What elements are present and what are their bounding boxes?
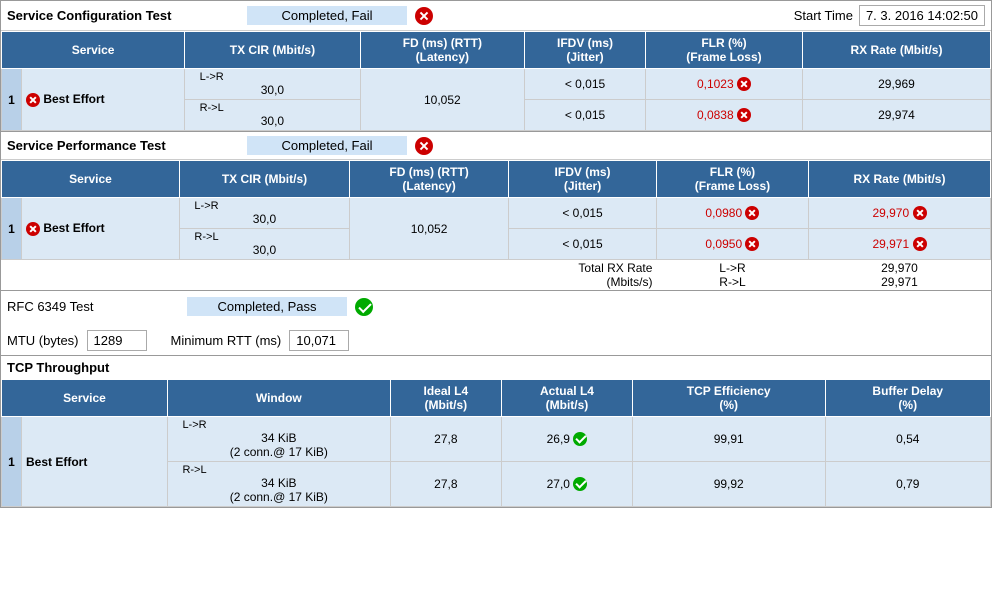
row2-fail-icon xyxy=(26,222,40,236)
section1-fail-icon xyxy=(415,7,433,25)
row4-actual1: 26,9 xyxy=(502,417,633,462)
row2-dir1: L->R 30,0 xyxy=(180,198,350,229)
section1-status: Completed, Fail xyxy=(247,6,407,25)
col-ideal: Ideal L4(Mbit/s) xyxy=(390,380,501,417)
row2-dir2: R->L 30,0 xyxy=(180,229,350,260)
col-service: Service xyxy=(2,32,185,69)
rfc-section: RFC 6349 Test Completed, Pass xyxy=(1,291,991,326)
row4-bufdelay2: 0,79 xyxy=(825,462,990,507)
section2-title: Service Performance Test xyxy=(7,138,247,153)
mtu-row: MTU (bytes) 1289 Minimum RTT (ms) 10,071 xyxy=(1,326,991,355)
row-fd: 10,052 xyxy=(360,69,524,131)
section2-table: Service TX CIR (Mbit/s) FD (ms) (RTT)(La… xyxy=(1,160,991,290)
rtt-value: 10,071 xyxy=(289,330,349,351)
rxrate2-1-icon xyxy=(913,206,927,220)
row2-flr1: 0,0980 xyxy=(656,198,808,229)
col-fd: FD (ms) (RTT)(Latency) xyxy=(360,32,524,69)
rtt-label: Minimum RTT (ms) xyxy=(171,333,282,348)
col-bufdelay: Buffer Delay(%) xyxy=(825,380,990,417)
row4-actual2: 27,0 xyxy=(502,462,633,507)
actual2-pass-icon xyxy=(573,477,587,491)
row-service2: Best Effort xyxy=(22,198,180,260)
row-ifdv1: < 0,015 xyxy=(525,69,646,100)
rfc-pass-icon xyxy=(355,298,373,316)
tcp-title: TCP Throughput xyxy=(1,356,991,379)
flr2-fail-icon xyxy=(737,108,751,122)
rfc-status: Completed, Pass xyxy=(187,297,347,316)
row-flr2: 0,0838 xyxy=(646,100,803,131)
col-service2: Service xyxy=(2,161,180,198)
col-rxrate2: RX Rate (Mbit/s) xyxy=(808,161,990,198)
table-row: 1 Best Effort L->R 30,0 10,052 < 0,015 0… xyxy=(2,69,991,100)
row4-bufdelay1: 0,54 xyxy=(825,417,990,462)
row4-dir2: R->L 34 KiB(2 conn.@ 17 KiB) xyxy=(168,462,391,507)
section2-status: Completed, Fail xyxy=(247,136,407,155)
col-ifdv: IFDV (ms)(Jitter) xyxy=(525,32,646,69)
section2-table-header: Service TX CIR (Mbit/s) FD (ms) (RTT)(La… xyxy=(2,161,991,198)
row-dir2: R->L 30,0 xyxy=(185,100,361,131)
row-service4: Best Effort xyxy=(22,417,168,507)
row4-ideal1: 27,8 xyxy=(390,417,501,462)
section4-table: Service Window Ideal L4(Mbit/s) Actual L… xyxy=(1,379,991,507)
row2-rxrate1: 29,970 xyxy=(808,198,990,229)
row4-ideal2: 27,8 xyxy=(390,462,501,507)
table-row: 1 Best Effort L->R 34 KiB(2 conn.@ 17 Ki… xyxy=(2,417,991,462)
rxrate2-2-icon xyxy=(913,237,927,251)
col-actual: Actual L4(Mbit/s) xyxy=(502,380,633,417)
flr2-2-icon xyxy=(745,237,759,251)
col-flr2: FLR (%)(Frame Loss) xyxy=(656,161,808,198)
row4-tcpeff1: 99,91 xyxy=(632,417,825,462)
row2-flr2: 0,0950 xyxy=(656,229,808,260)
col-fd2: FD (ms) (RTT)(Latency) xyxy=(349,161,508,198)
row2-ifdv2: < 0,015 xyxy=(509,229,657,260)
row4-dir1: L->R 34 KiB(2 conn.@ 17 KiB) xyxy=(168,417,391,462)
row-rxrate2: 29,974 xyxy=(802,100,990,131)
row-ifdv2: < 0,015 xyxy=(525,100,646,131)
col-txcir: TX CIR (Mbit/s) xyxy=(185,32,361,69)
table-row: 1 Best Effort L->R 30,0 10,052 < 0,015 0… xyxy=(2,198,991,229)
section1-table: Service TX CIR (Mbit/s) FD (ms) (RTT)(La… xyxy=(1,31,991,131)
row4-tcpeff2: 99,92 xyxy=(632,462,825,507)
col-tcpeff: TCP Efficiency(%) xyxy=(632,380,825,417)
row2-rxrate2: 29,971 xyxy=(808,229,990,260)
row-flr1: 0,1023 xyxy=(646,69,803,100)
row-num: 1 xyxy=(2,69,22,131)
section2-header: Service Performance Test Completed, Fail xyxy=(1,132,991,160)
section4-table-header: Service Window Ideal L4(Mbit/s) Actual L… xyxy=(2,380,991,417)
flr1-fail-icon xyxy=(737,77,751,91)
row2-fd: 10,052 xyxy=(349,198,508,260)
col-rxrate: RX Rate (Mbit/s) xyxy=(802,32,990,69)
row-rxrate1: 29,969 xyxy=(802,69,990,100)
section2-fail-icon xyxy=(415,137,433,155)
col-txcir2: TX CIR (Mbit/s) xyxy=(180,161,350,198)
mtu-value: 1289 xyxy=(87,330,147,351)
col-ifdv2: IFDV (ms)(Jitter) xyxy=(509,161,657,198)
total-rx-row: Total RX Rate(Mbits/s) L->RR->L 29,97029… xyxy=(2,260,991,291)
row2-ifdv1: < 0,015 xyxy=(509,198,657,229)
start-time-label: Start Time xyxy=(794,8,853,23)
col-service4: Service xyxy=(2,380,168,417)
row-num4: 1 xyxy=(2,417,22,507)
section1-title: Service Configuration Test xyxy=(7,8,247,23)
section1-header: Service Configuration Test Completed, Fa… xyxy=(1,1,991,31)
rfc-header-row: RFC 6349 Test Completed, Pass xyxy=(7,297,985,316)
mtu-label: MTU (bytes) xyxy=(7,333,79,348)
col-flr: FLR (%)(Frame Loss) xyxy=(646,32,803,69)
col-window: Window xyxy=(168,380,391,417)
start-time-value: 7. 3. 2016 14:02:50 xyxy=(859,5,985,26)
row-dir1: L->R 30,0 xyxy=(185,69,361,100)
flr2-1-icon xyxy=(745,206,759,220)
section1-table-header: Service TX CIR (Mbit/s) FD (ms) (RTT)(La… xyxy=(2,32,991,69)
row-service: Best Effort xyxy=(22,69,185,131)
row-num2: 1 xyxy=(2,198,22,260)
actual1-pass-icon xyxy=(573,432,587,446)
rfc-title: RFC 6349 Test xyxy=(7,299,127,314)
row-fail-icon xyxy=(26,93,40,107)
